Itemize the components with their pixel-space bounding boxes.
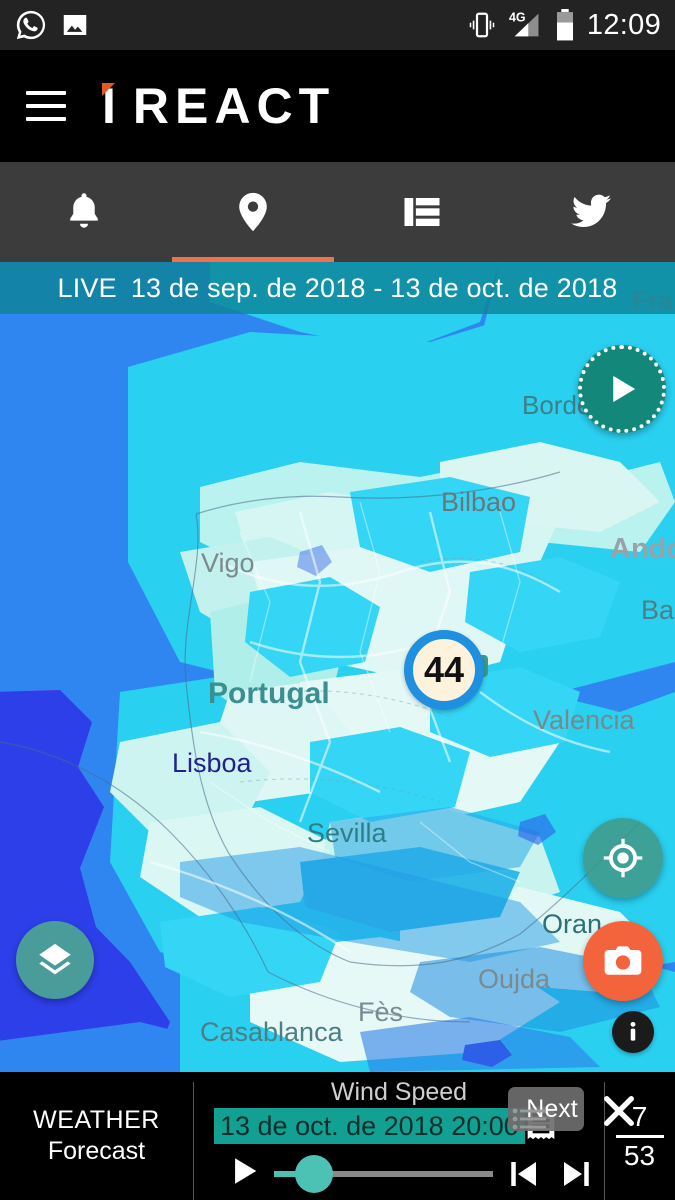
play-icon bbox=[613, 375, 636, 403]
whatsapp-icon bbox=[16, 10, 46, 40]
map-weather-overlay bbox=[0, 262, 675, 1072]
signal-4g-label: 4G bbox=[509, 11, 526, 25]
live-date-range-bar: LIVE 13 de sep. de 2018 - 13 de oct. de … bbox=[0, 262, 675, 314]
hamburger-menu-icon[interactable] bbox=[26, 91, 66, 121]
twitter-icon bbox=[570, 194, 611, 227]
app-root: 4G 12:09 I REACT Bordea Bilbao And Vigo … bbox=[0, 0, 675, 1200]
my-location-button[interactable] bbox=[583, 818, 663, 898]
report-camera-button[interactable] bbox=[583, 921, 663, 1001]
live-date-range: 13 de sep. de 2018 - 13 de oct. de 2018 bbox=[130, 272, 618, 303]
map-layers-button[interactable] bbox=[16, 921, 94, 999]
weather-map[interactable]: Fra Bordea Bilbao Ando Vigo Bar Portugal… bbox=[0, 262, 675, 1072]
timeline-next-button[interactable] bbox=[558, 1156, 594, 1197]
battery-icon bbox=[556, 9, 573, 41]
brand-letter-i: I bbox=[102, 78, 117, 134]
status-bar-clock: 12:09 bbox=[586, 8, 661, 41]
tab-map[interactable] bbox=[169, 162, 338, 262]
status-bar-notification-icons bbox=[14, 8, 90, 42]
tab-twitter[interactable] bbox=[506, 162, 675, 262]
map-cluster-marker[interactable]: 44 bbox=[404, 630, 484, 710]
app-logo: I REACT bbox=[102, 81, 335, 131]
timeline-timestamp[interactable]: 13 de oct. de 2018 20:00 bbox=[214, 1108, 525, 1144]
location-pin-icon bbox=[239, 192, 267, 232]
tooltip-list-icon bbox=[512, 1108, 546, 1130]
bell-icon bbox=[70, 193, 99, 228]
frame-total: 53 bbox=[623, 1139, 656, 1171]
info-icon bbox=[617, 1016, 649, 1048]
layer-source-label: WEATHER Forecast bbox=[0, 1072, 193, 1200]
close-timeline-button[interactable] bbox=[598, 1090, 640, 1137]
signal-4g-icon: 4G bbox=[509, 11, 539, 37]
skip-previous-icon bbox=[511, 1162, 536, 1186]
main-tab-bar bbox=[0, 162, 675, 262]
map-info-button[interactable] bbox=[612, 1011, 654, 1053]
camera-icon bbox=[604, 946, 642, 975]
status-bar: 4G 12:09 bbox=[0, 0, 675, 50]
timeline-play-button[interactable] bbox=[228, 1152, 262, 1195]
map-cluster-count: 44 bbox=[423, 649, 465, 690]
my-location-icon bbox=[603, 838, 643, 878]
timeline-previous-button[interactable] bbox=[506, 1156, 542, 1197]
tab-list[interactable] bbox=[338, 162, 507, 262]
tab-alerts[interactable] bbox=[0, 162, 169, 262]
layer-source-name: WEATHER bbox=[33, 1106, 160, 1134]
close-icon bbox=[604, 1096, 634, 1126]
timeline-timestamp-label: 13 de oct. de 2018 20:00 bbox=[220, 1110, 519, 1141]
list-icon bbox=[404, 198, 440, 226]
brand-name: REACT bbox=[132, 78, 336, 134]
status-bar-system-icons: 4G 12:09 bbox=[467, 9, 661, 42]
timeline-slider[interactable] bbox=[274, 1155, 493, 1193]
live-label: LIVE bbox=[57, 272, 117, 303]
app-bar: I REACT bbox=[0, 50, 675, 162]
layer-source-type: Forecast bbox=[47, 1137, 146, 1165]
layers-icon bbox=[39, 943, 71, 975]
timeline-slider-thumb[interactable] bbox=[295, 1155, 333, 1193]
map-animation-play-button[interactable] bbox=[578, 345, 666, 433]
gallery-icon bbox=[63, 15, 87, 35]
play-icon bbox=[235, 1158, 257, 1184]
skip-next-icon bbox=[564, 1162, 589, 1186]
vibrate-icon bbox=[469, 12, 495, 38]
